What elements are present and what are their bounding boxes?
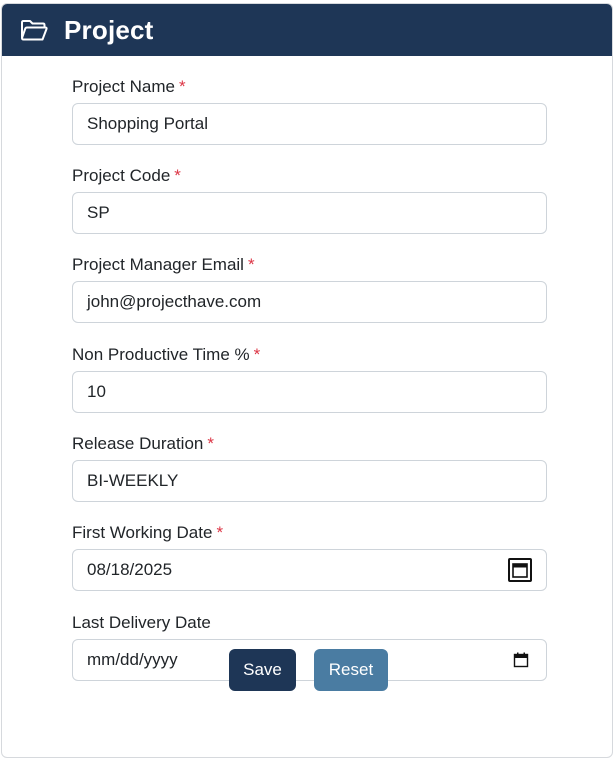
- project-name-input[interactable]: Shopping Portal: [72, 103, 547, 145]
- manager-email-group: Project Manager Email * john@projecthave.…: [72, 254, 547, 323]
- release-duration-label: Release Duration *: [72, 434, 214, 453]
- required-marker: *: [178, 77, 186, 96]
- project-name-group: Project Name * Shopping Portal: [72, 76, 547, 145]
- project-name-label: Project Name *: [72, 77, 186, 96]
- manager-email-label: Project Manager Email *: [72, 255, 255, 274]
- project-code-group: Project Code * SP: [72, 165, 547, 234]
- required-marker: *: [247, 255, 255, 274]
- required-marker: *: [207, 434, 214, 453]
- last-delivery-date-label: Last Delivery Date: [72, 613, 211, 632]
- manager-email-input[interactable]: john@projecthave.com: [72, 281, 547, 323]
- folder-open-icon: [20, 18, 48, 42]
- project-code-input[interactable]: SP: [72, 192, 547, 234]
- release-duration-group: Release Duration * BI-WEEKLY: [72, 433, 547, 502]
- project-code-label: Project Code *: [72, 166, 181, 185]
- form-actions: Save Reset: [229, 649, 388, 691]
- non-productive-time-input[interactable]: 10: [72, 371, 547, 413]
- calendar-icon[interactable]: [510, 649, 532, 671]
- card-header: Project: [2, 4, 612, 56]
- non-productive-time-label: Non Productive Time % *: [72, 345, 261, 364]
- reset-button[interactable]: Reset: [314, 649, 388, 691]
- first-working-date-label: First Working Date *: [72, 523, 224, 542]
- required-marker: *: [253, 345, 261, 364]
- save-button[interactable]: Save: [229, 649, 296, 691]
- required-marker: *: [174, 166, 181, 185]
- project-card: Project Project Name * Shopping Portal Pr…: [1, 3, 613, 758]
- first-working-date-input[interactable]: 08/18/2025: [72, 549, 547, 591]
- non-productive-time-group: Non Productive Time % * 10: [72, 344, 547, 413]
- calendar-icon[interactable]: [508, 558, 532, 582]
- first-working-date-group: First Working Date * 08/18/2025: [72, 522, 547, 591]
- release-duration-input[interactable]: BI-WEEKLY: [72, 460, 547, 502]
- required-marker: *: [216, 523, 224, 542]
- page-title: Project: [64, 14, 154, 45]
